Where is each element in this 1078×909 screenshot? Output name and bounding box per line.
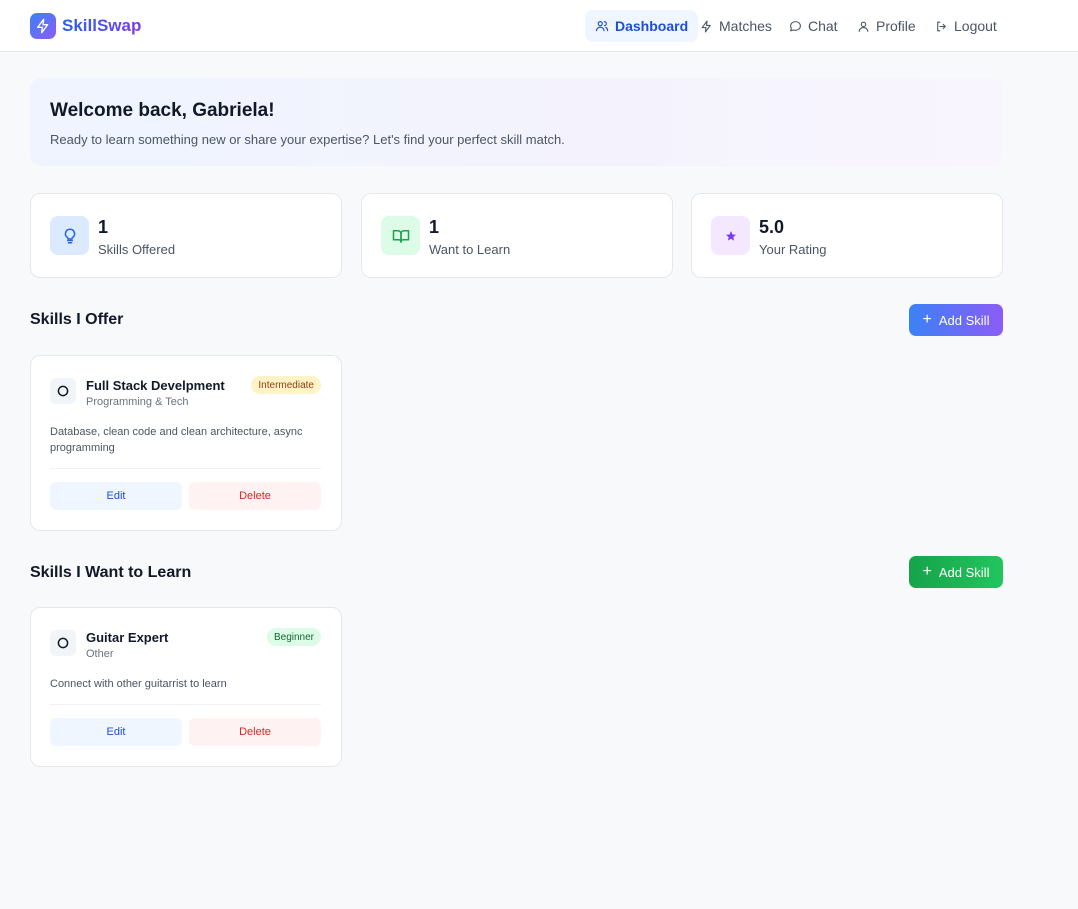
nav-dashboard-label: Dashboard [615,18,689,34]
book-open-icon [381,216,420,255]
add-skill-label: Add Skill [938,564,990,580]
circle-icon [50,630,76,656]
stat-label: Want to Learn [429,242,511,257]
card-divider [50,704,321,705]
skill-category: Programming & Tech [86,396,189,408]
plus-icon: + [922,563,932,580]
section-title-learn: Skills I Want to Learn [30,564,192,581]
nav-matches[interactable]: Matches [690,10,782,42]
app-logo[interactable]: SkillSwap [30,13,141,39]
skill-description: Connect with other guitarrist to learn [50,678,227,690]
add-skill-label: Add Skill [938,312,990,328]
stat-value: 1 [429,217,440,237]
stat-card-rating: 5.0 Your Rating [691,193,1003,278]
top-nav: SkillSwap Dashboard Matches Chat Profile… [0,0,1078,52]
skill-card: Guitar Expert Other Beginner Connect wit… [30,607,342,767]
stat-card-want-to-learn: 1 Want to Learn [361,193,673,278]
skill-level-badge: Intermediate [251,376,321,394]
skill-name: Full Stack Develpment [86,378,225,393]
stat-card-skills-offered: 1 Skills Offered [30,193,342,278]
nav-profile[interactable]: Profile [847,10,926,42]
stat-value: 5.0 [759,217,785,237]
logout-icon [937,21,946,31]
welcome-title: Welcome back, Gabriela! [50,100,275,121]
skill-description: Database, clean code and clean architect… [50,426,303,454]
nav-matches-label: Matches [719,18,772,34]
edit-skill-button[interactable]: Edit [50,482,182,510]
plus-icon: + [922,311,932,328]
user-icon [858,21,869,32]
skill-level-badge: Beginner [266,628,321,646]
nav-chat-label: Chat [808,18,838,34]
app-name: SkillSwap [62,16,142,35]
edit-skill-button[interactable]: Edit [50,718,182,746]
card-divider [50,468,321,469]
delete-skill-button[interactable]: Delete [189,482,321,510]
lightbulb-icon [50,216,89,255]
skill-category: Other [86,648,114,660]
nav-logout[interactable]: Logout [925,10,1007,42]
add-offer-skill-button[interactable]: + Add Skill [909,304,1003,336]
skill-name: Guitar Expert [86,630,169,645]
delete-skill-button[interactable]: Delete [189,718,321,746]
add-learn-skill-button[interactable]: + Add Skill [909,556,1003,588]
nav-chat[interactable]: Chat [779,10,848,42]
users-icon [595,21,609,32]
lightning-icon [701,20,711,32]
stat-label: Your Rating [759,242,827,257]
lightning-logo-icon [30,13,56,39]
welcome-subtitle: Ready to learn something new or share yo… [50,132,565,147]
circle-icon [50,378,76,404]
section-title-offer: Skills I Offer [30,311,124,328]
star-icon [711,216,750,255]
stat-value: 1 [98,217,109,237]
skill-card: Full Stack Develpment Programming & Tech… [30,355,342,531]
stat-label: Skills Offered [98,242,176,257]
chat-bubble-icon [790,20,801,31]
nav-profile-label: Profile [876,18,916,34]
nav-dashboard[interactable]: Dashboard [585,10,699,42]
nav-logout-label: Logout [954,18,997,34]
welcome-banner: Welcome back, Gabriela! Ready to learn s… [30,78,1003,166]
